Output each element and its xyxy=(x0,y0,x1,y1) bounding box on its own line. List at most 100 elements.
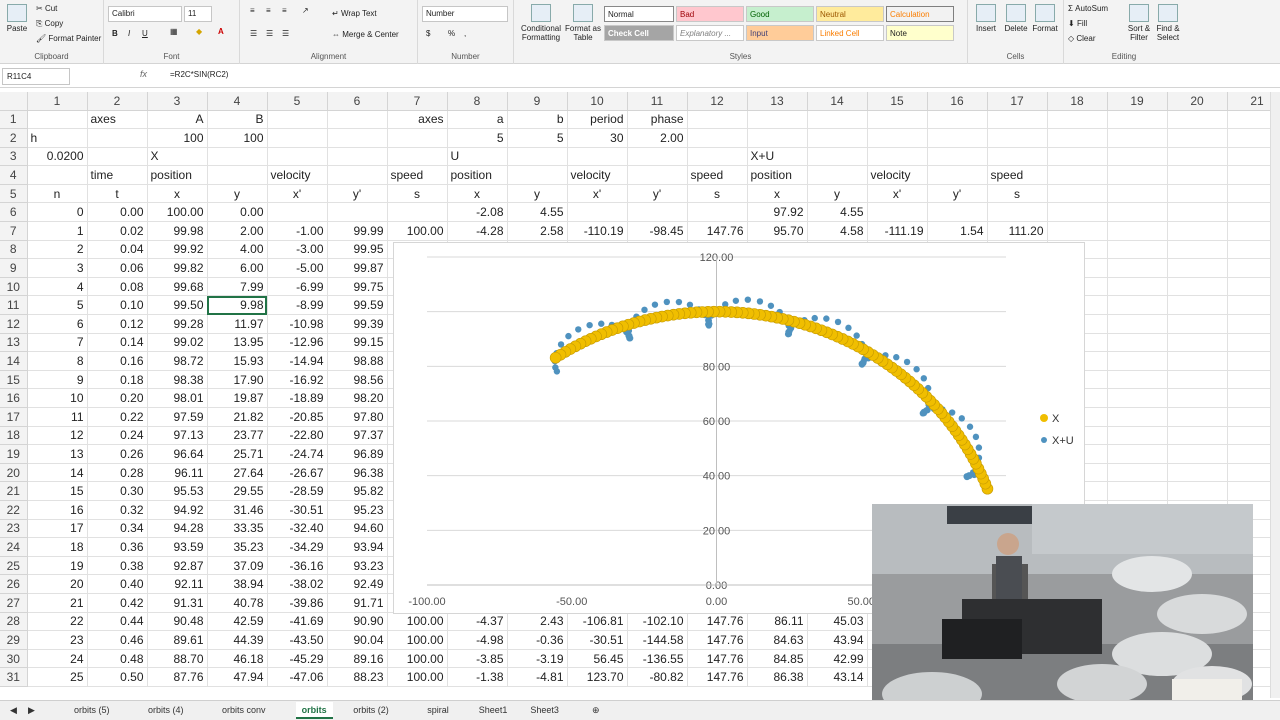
cell[interactable]: 0.00 xyxy=(87,202,148,223)
cell[interactable]: speed xyxy=(987,165,1048,185)
cell[interactable]: 17.90 xyxy=(207,370,268,390)
cell[interactable]: 29.55 xyxy=(207,481,268,501)
cell[interactable]: -12.96 xyxy=(267,333,328,353)
column-header[interactable]: 9 xyxy=(507,92,568,111)
cell[interactable]: 99.59 xyxy=(327,295,388,316)
cell[interactable]: -8.99 xyxy=(267,295,328,316)
cell[interactable] xyxy=(1107,147,1168,167)
cell[interactable]: 94.92 xyxy=(147,500,208,520)
cell[interactable]: 8 xyxy=(27,351,88,371)
cell[interactable]: 15 xyxy=(27,481,88,501)
row-header[interactable]: 21 xyxy=(0,481,28,501)
cell[interactable] xyxy=(267,147,328,167)
row-header[interactable]: 14 xyxy=(0,351,28,371)
cell[interactable] xyxy=(987,202,1048,223)
cell[interactable] xyxy=(1107,202,1168,223)
underline-button[interactable]: U xyxy=(142,29,148,38)
row-header[interactable]: 2 xyxy=(0,128,28,148)
cell[interactable]: 89.16 xyxy=(327,649,388,669)
cell[interactable]: 98.88 xyxy=(327,351,388,371)
column-header[interactable]: 15 xyxy=(867,92,928,111)
cell[interactable]: position xyxy=(147,165,208,185)
cell[interactable]: -3.85 xyxy=(447,649,508,669)
cell[interactable]: -30.51 xyxy=(267,500,328,520)
cell[interactable] xyxy=(987,110,1048,130)
italic-button[interactable]: I xyxy=(128,29,130,38)
cell[interactable]: 7.99 xyxy=(207,277,268,297)
cell[interactable]: 93.94 xyxy=(327,537,388,557)
comma-button[interactable]: , xyxy=(464,29,466,38)
cell[interactable]: 0.08 xyxy=(87,277,148,297)
cell[interactable] xyxy=(1107,481,1168,501)
cell[interactable] xyxy=(687,147,748,167)
column-header[interactable]: 11 xyxy=(627,92,688,111)
cell[interactable]: position xyxy=(747,165,808,185)
cell[interactable]: 0.34 xyxy=(87,519,148,539)
cell[interactable] xyxy=(1167,258,1228,278)
cell[interactable]: 90.04 xyxy=(327,630,388,650)
number-format-combo[interactable]: Number xyxy=(422,6,508,22)
column-header[interactable]: 16 xyxy=(927,92,988,111)
autosum-button[interactable]: Σ AutoSum xyxy=(1068,4,1108,13)
style-bad[interactable]: Bad xyxy=(676,6,744,22)
cell[interactable] xyxy=(1047,202,1108,223)
cell[interactable]: -98.45 xyxy=(627,221,688,241)
cell[interactable]: 98.38 xyxy=(147,370,208,390)
cell[interactable]: 24 xyxy=(27,649,88,669)
cell[interactable]: 11.97 xyxy=(207,314,268,334)
orientation-icon[interactable]: ↗ xyxy=(302,6,309,15)
bold-button[interactable]: B xyxy=(112,29,118,38)
cell[interactable]: -43.50 xyxy=(267,630,328,650)
cell[interactable]: 4.00 xyxy=(207,240,268,260)
row-header[interactable]: 28 xyxy=(0,612,28,632)
cell[interactable]: 0.46 xyxy=(87,630,148,650)
cell[interactable] xyxy=(387,147,448,167)
cell[interactable]: 84.63 xyxy=(747,630,808,650)
cell[interactable]: 56.45 xyxy=(567,649,628,669)
cell[interactable]: 96.64 xyxy=(147,444,208,464)
cell[interactable]: 99.92 xyxy=(147,240,208,260)
row-header[interactable]: 19 xyxy=(0,444,28,464)
cell[interactable]: -80.82 xyxy=(627,667,688,687)
cell[interactable]: 100 xyxy=(207,128,268,148)
cell[interactable]: 42.99 xyxy=(807,649,868,669)
cell[interactable]: 0.30 xyxy=(87,481,148,501)
cell[interactable] xyxy=(1167,240,1228,260)
cell[interactable]: 2 xyxy=(27,240,88,260)
align-top-icon[interactable]: ≡ xyxy=(250,6,255,15)
sheet-tab[interactable]: orbits (5) xyxy=(68,702,116,719)
add-sheet-icon[interactable]: ⊕ xyxy=(586,702,606,719)
cell[interactable]: y' xyxy=(627,184,688,204)
cell[interactable] xyxy=(1047,128,1108,148)
cell[interactable]: 30 xyxy=(567,128,628,148)
cell[interactable] xyxy=(927,110,988,130)
cell[interactable]: 91.31 xyxy=(147,593,208,613)
cell[interactable]: 97.80 xyxy=(327,407,388,427)
cell[interactable] xyxy=(1107,333,1168,353)
cell[interactable]: 0 xyxy=(27,202,88,223)
vertical-scrollbar[interactable] xyxy=(1270,92,1280,698)
cell[interactable]: 0.04 xyxy=(87,240,148,260)
clear-button[interactable]: ◇ Clear xyxy=(1068,34,1096,43)
cell[interactable] xyxy=(327,128,388,148)
cell[interactable]: 13 xyxy=(27,444,88,464)
row-header[interactable]: 30 xyxy=(0,649,28,669)
formula-input[interactable]: =R2C*SIN(RC2) xyxy=(170,70,228,79)
cell[interactable]: x xyxy=(747,184,808,204)
cell[interactable]: 18 xyxy=(27,537,88,557)
style-linked-cell[interactable]: Linked Cell xyxy=(816,25,884,41)
cell[interactable]: velocity xyxy=(267,165,328,185)
cell[interactable]: b xyxy=(507,110,568,130)
align-right-icon[interactable]: ☰ xyxy=(282,29,289,38)
cell[interactable]: 46.18 xyxy=(207,649,268,669)
row-header[interactable]: 18 xyxy=(0,426,28,446)
column-header[interactable]: 18 xyxy=(1047,92,1108,111)
cell[interactable] xyxy=(1107,258,1168,278)
row-header[interactable]: 29 xyxy=(0,630,28,650)
cell[interactable] xyxy=(1167,110,1228,130)
cell[interactable] xyxy=(1047,165,1108,185)
sort-filter-button[interactable]: Sort & Filter xyxy=(1126,4,1152,42)
cell[interactable] xyxy=(327,165,388,185)
cell[interactable] xyxy=(987,147,1048,167)
cell[interactable]: x xyxy=(147,184,208,204)
